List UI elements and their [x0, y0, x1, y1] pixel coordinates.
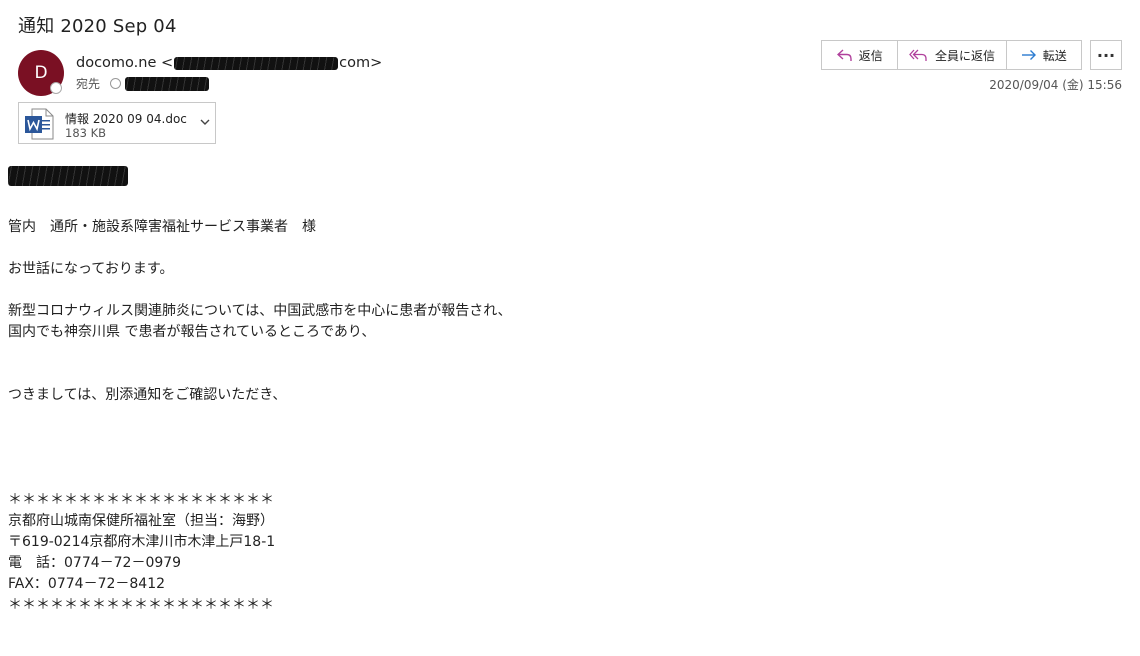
more-actions-button[interactable]: ···: [1090, 40, 1122, 70]
signature-rule: ＊＊＊＊＊＊＊＊＊＊＊＊＊＊＊＊＊＊＊: [8, 492, 274, 508]
signature-fax: FAX：0774－72－8412: [8, 576, 166, 592]
sender-name-suffix: com>: [339, 55, 383, 71]
reply-button[interactable]: 返信: [822, 41, 899, 69]
redacted-greeting: [8, 166, 128, 186]
email-subject: 通知 2020 Sep 04: [18, 16, 177, 37]
attachment-card[interactable]: 情報 2020 09 04.doc 183 KB: [18, 102, 216, 144]
signature-organization: 京都府山城南保健所福祉室（担当：海野）: [8, 513, 274, 529]
body-addressee: 管内 通所・施設系障害福祉サービス事業者 様: [8, 219, 316, 235]
forward-icon: [1021, 50, 1036, 60]
chevron-down-icon[interactable]: [199, 117, 211, 127]
more-icon: ···: [1096, 45, 1116, 65]
reply-icon: [836, 49, 852, 61]
received-date: 2020/09/04 (金) 15:56: [989, 78, 1122, 92]
attachment-size: 183 KB: [65, 126, 107, 140]
signature-phone: 電 話：0774－72－0979: [8, 555, 182, 571]
presence-status-icon: [50, 82, 62, 94]
reply-all-icon: [909, 49, 927, 61]
signature-address: 〒619-0214京都府木津川市木津上戸18-1: [8, 534, 276, 550]
reply-all-button[interactable]: 全員に返信: [898, 41, 1007, 69]
word-document-icon: [25, 108, 54, 140]
sender-line[interactable]: docomo.ne < com>: [76, 55, 382, 71]
reply-label: 返信: [858, 48, 883, 63]
message-action-bar: 返信 全員に返信 転送: [821, 40, 1082, 70]
redacted-recipient[interactable]: [125, 76, 210, 91]
forward-label: 転送: [1042, 48, 1067, 63]
signature-rule: ＊＊＊＊＊＊＊＊＊＊＊＊＊＊＊＊＊＊＊: [8, 597, 274, 613]
reply-all-label: 全員に返信: [934, 48, 995, 63]
avatar-letter: D: [34, 63, 48, 83]
recipient-line: 宛先: [76, 75, 210, 92]
body-paragraph-line: 新型コロナウィルス関連肺炎については、中国武感市を中心に患者が報告され、: [8, 303, 512, 319]
email-body: 管内 通所・施設系障害福祉サービス事業者 様 お世話になっております。 新型コロ…: [8, 166, 511, 616]
recipient-presence-icon: [110, 78, 122, 89]
sender-name-prefix: docomo.ne <: [76, 55, 174, 71]
redacted-sender-address: [174, 56, 339, 70]
body-request: つきましては、別添通知をご確認いただき、: [8, 387, 287, 403]
body-greeting: お世話になっております。: [8, 261, 174, 277]
body-paragraph-line: 国内でも神奈川県 で患者が報告されているところであり、: [8, 324, 376, 340]
forward-button[interactable]: 転送: [1007, 41, 1081, 69]
attachment-name: 情報 2020 09 04.doc: [65, 112, 187, 126]
to-label: 宛先: [76, 77, 101, 91]
